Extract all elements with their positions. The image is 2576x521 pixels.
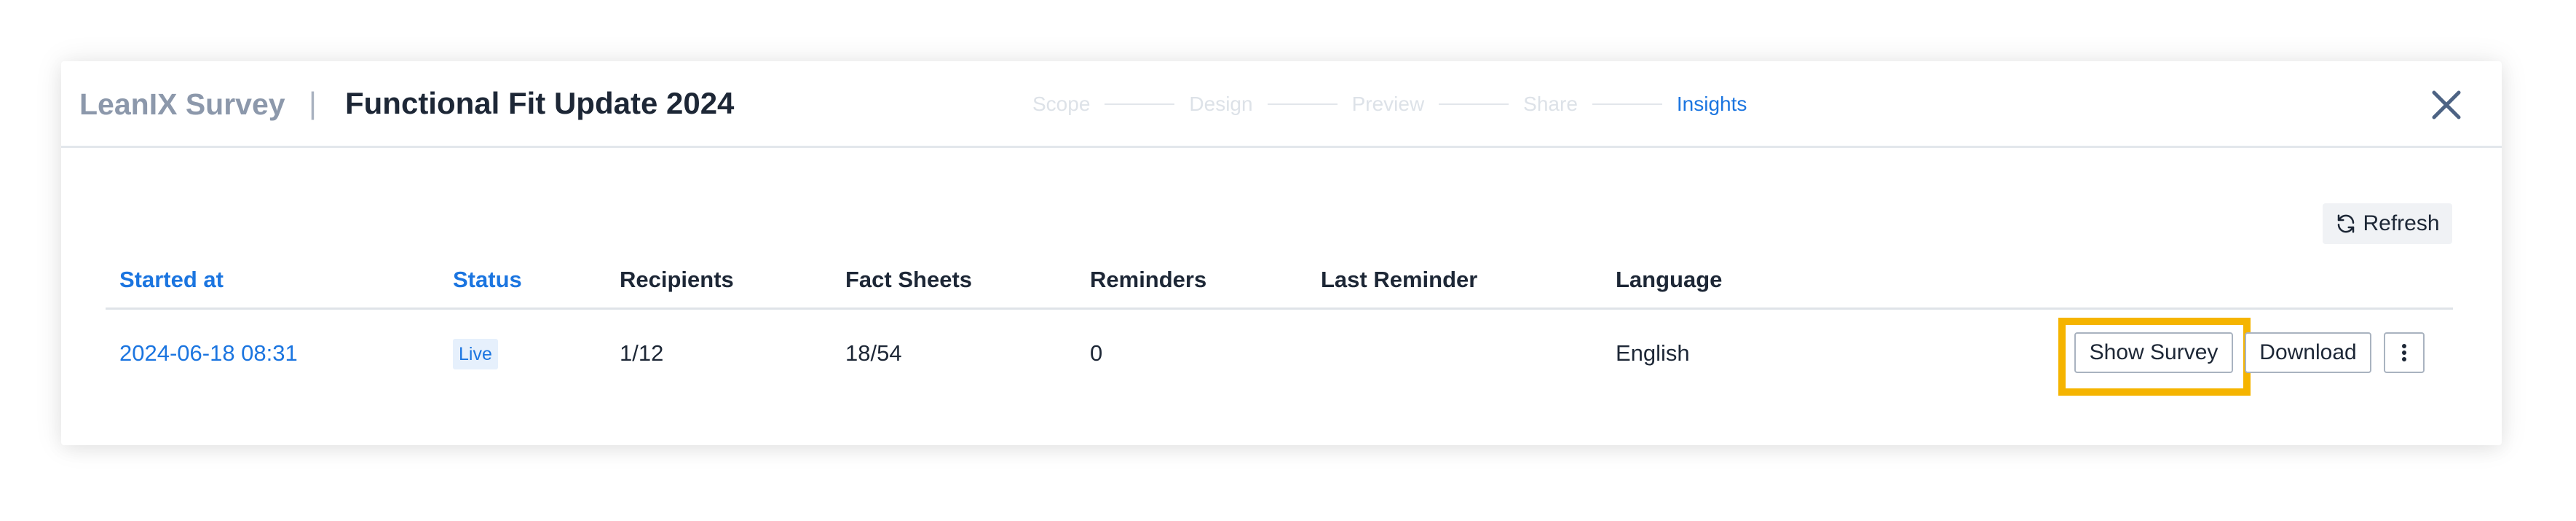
step-connector — [1267, 103, 1338, 105]
step-connector — [1439, 103, 1509, 105]
close-button[interactable] — [2420, 79, 2473, 131]
column-header-started-at[interactable]: Started at — [119, 263, 224, 297]
step-preview[interactable]: Preview — [1352, 87, 1425, 121]
column-header-last-reminder: Last Reminder — [1321, 267, 1478, 292]
column-header-status[interactable]: Status — [453, 263, 522, 297]
show-survey-button[interactable]: Show Survey — [2074, 332, 2233, 373]
status-badge: Live — [453, 339, 498, 369]
reminders-value: 0 — [1090, 340, 1103, 366]
survey-insights-panel: LeanIX Survey | Functional Fit Update 20… — [61, 61, 2502, 445]
more-vertical-icon — [2402, 344, 2406, 361]
refresh-icon — [2338, 214, 2355, 233]
more-actions-button[interactable] — [2384, 332, 2425, 373]
recipients-value: 1/12 — [620, 340, 664, 366]
download-button[interactable]: Download — [2245, 332, 2371, 373]
step-design[interactable]: Design — [1189, 87, 1252, 121]
step-insights[interactable]: Insights — [1677, 87, 1747, 121]
fact-sheets-value: 18/54 — [845, 340, 902, 366]
close-icon — [2432, 90, 2461, 120]
refresh-label: Refresh — [2363, 211, 2440, 235]
started-at-link[interactable]: 2024-06-18 08:31 — [119, 337, 298, 370]
step-connector — [1592, 103, 1662, 105]
column-header-recipients: Recipients — [620, 267, 734, 292]
survey-title: Functional Fit Update 2024 — [345, 86, 735, 120]
step-connector — [1105, 103, 1175, 105]
table-header-divider — [106, 307, 2453, 310]
app-brand: LeanIX Survey — [79, 87, 285, 121]
panel-header: LeanIX Survey | Functional Fit Update 20… — [61, 61, 2502, 148]
column-header-language: Language — [1616, 267, 1723, 292]
refresh-button[interactable]: Refresh — [2323, 203, 2452, 244]
column-header-fact-sheets: Fact Sheets — [845, 267, 973, 292]
step-scope[interactable]: Scope — [1032, 87, 1090, 121]
title-divider: | — [309, 86, 317, 120]
step-share[interactable]: Share — [1523, 87, 1578, 121]
wizard-steps: Scope Design Preview Share Insights — [1032, 87, 1747, 121]
language-value: English — [1616, 340, 1690, 366]
column-header-reminders: Reminders — [1090, 267, 1207, 292]
